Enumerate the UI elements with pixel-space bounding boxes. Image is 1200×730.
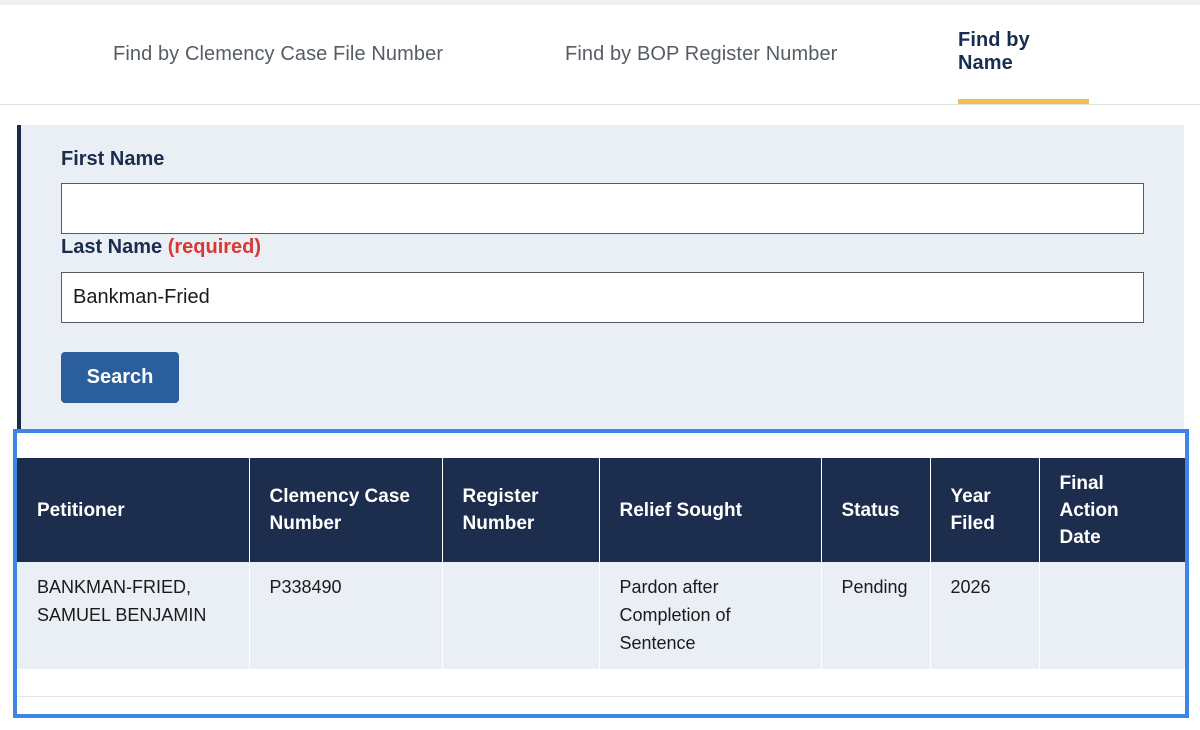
first-name-input[interactable] (61, 183, 1144, 234)
cell-status: Pending (821, 562, 931, 669)
tab-bop-register-number[interactable]: Find by BOP Register Number (565, 5, 837, 104)
required-indicator: (required) (167, 236, 262, 258)
cell-final-action-date (1039, 562, 1185, 669)
results-table: Petitioner Clemency Case Number Register… (17, 458, 1185, 669)
column-header-year-filed[interactable]: Year Filed (930, 458, 1040, 562)
cell-register-number (442, 562, 600, 669)
tab-label: Find by Clemency Case File Number (113, 43, 444, 65)
last-name-label-text: Last Name (61, 236, 163, 258)
first-name-label: First Name (61, 148, 164, 171)
first-name-label-text: First Name (61, 148, 165, 170)
last-name-input[interactable] (61, 272, 1144, 323)
column-header-petitioner[interactable]: Petitioner (17, 458, 250, 562)
search-results: Petitioner Clemency Case Number Register… (13, 429, 1189, 718)
search-tabs: Find by Clemency Case File Number Find b… (0, 5, 1200, 105)
last-name-label: Last Name (required) (61, 236, 261, 259)
column-header-final-action-date[interactable]: Final Action Date (1039, 458, 1185, 562)
tab-label: Find by BOP Register Number (565, 43, 838, 65)
table-row: BANKMAN-FRIED, SAMUEL BENJAMIN P338490 P… (17, 562, 1185, 669)
search-button[interactable]: Search (61, 352, 179, 403)
column-header-status[interactable]: Status (821, 458, 931, 562)
column-header-clemency-case-number[interactable]: Clemency Case Number (249, 458, 443, 562)
column-header-relief-sought[interactable]: Relief Sought (599, 458, 822, 562)
tab-find-by-name[interactable]: Find by Name (958, 5, 1089, 104)
search-form-panel: First Name Last Name (required) Search (17, 125, 1184, 431)
table-header-row: Petitioner Clemency Case Number Register… (17, 458, 1185, 562)
tab-label: Find by Name (958, 28, 1030, 74)
tab-clemency-case-file-number[interactable]: Find by Clemency Case File Number (113, 5, 443, 104)
column-header-register-number[interactable]: Register Number (442, 458, 600, 562)
cell-petitioner: BANKMAN-FRIED, SAMUEL BENJAMIN (17, 562, 250, 669)
cell-year-filed: 2026 (930, 562, 1040, 669)
cell-relief-sought: Pardon after Completion of Sentence (599, 562, 822, 669)
table-bottom-divider (17, 696, 1185, 697)
cell-case-number: P338490 (249, 562, 443, 669)
